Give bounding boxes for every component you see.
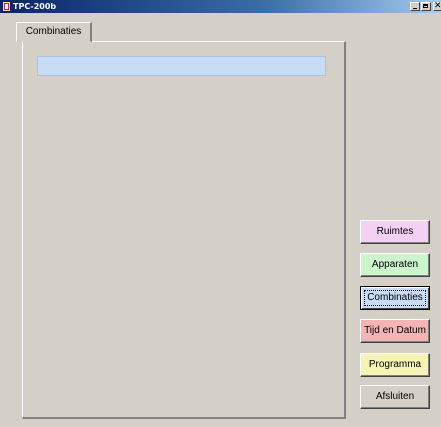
minimize-icon — [413, 8, 417, 9]
afsluiten-button[interactable]: Afsluiten — [360, 385, 430, 409]
tab-label: Combinaties — [25, 26, 82, 37]
tab-panel-combinaties — [22, 41, 346, 419]
ruimtes-button[interactable]: Ruimtes — [360, 220, 430, 244]
combinaties-button[interactable]: Combinaties — [360, 286, 430, 310]
close-button[interactable]: ✕ — [433, 1, 441, 11]
apparaten-button[interactable]: Apparaten — [360, 253, 430, 277]
tijd-en-datum-button[interactable]: Tijd en Datum — [360, 319, 430, 343]
maximize-icon — [423, 4, 428, 8]
maximize-button[interactable] — [421, 2, 431, 11]
programma-button[interactable]: Programma — [360, 353, 430, 377]
main-window: TPC-200b ✕ Combinaties Ruimtes Apparaten… — [0, 0, 441, 427]
title-bar[interactable]: TPC-200b ✕ — [0, 0, 441, 13]
combinations-list-selected-row[interactable] — [37, 56, 326, 76]
tab-combinaties[interactable]: Combinaties — [16, 22, 92, 42]
combinaties-button-label: Combinaties — [367, 292, 423, 303]
window-title: TPC-200b — [13, 2, 57, 11]
minimize-button[interactable] — [410, 2, 420, 11]
close-icon: ✕ — [434, 1, 441, 11]
app-icon[interactable] — [3, 2, 10, 11]
